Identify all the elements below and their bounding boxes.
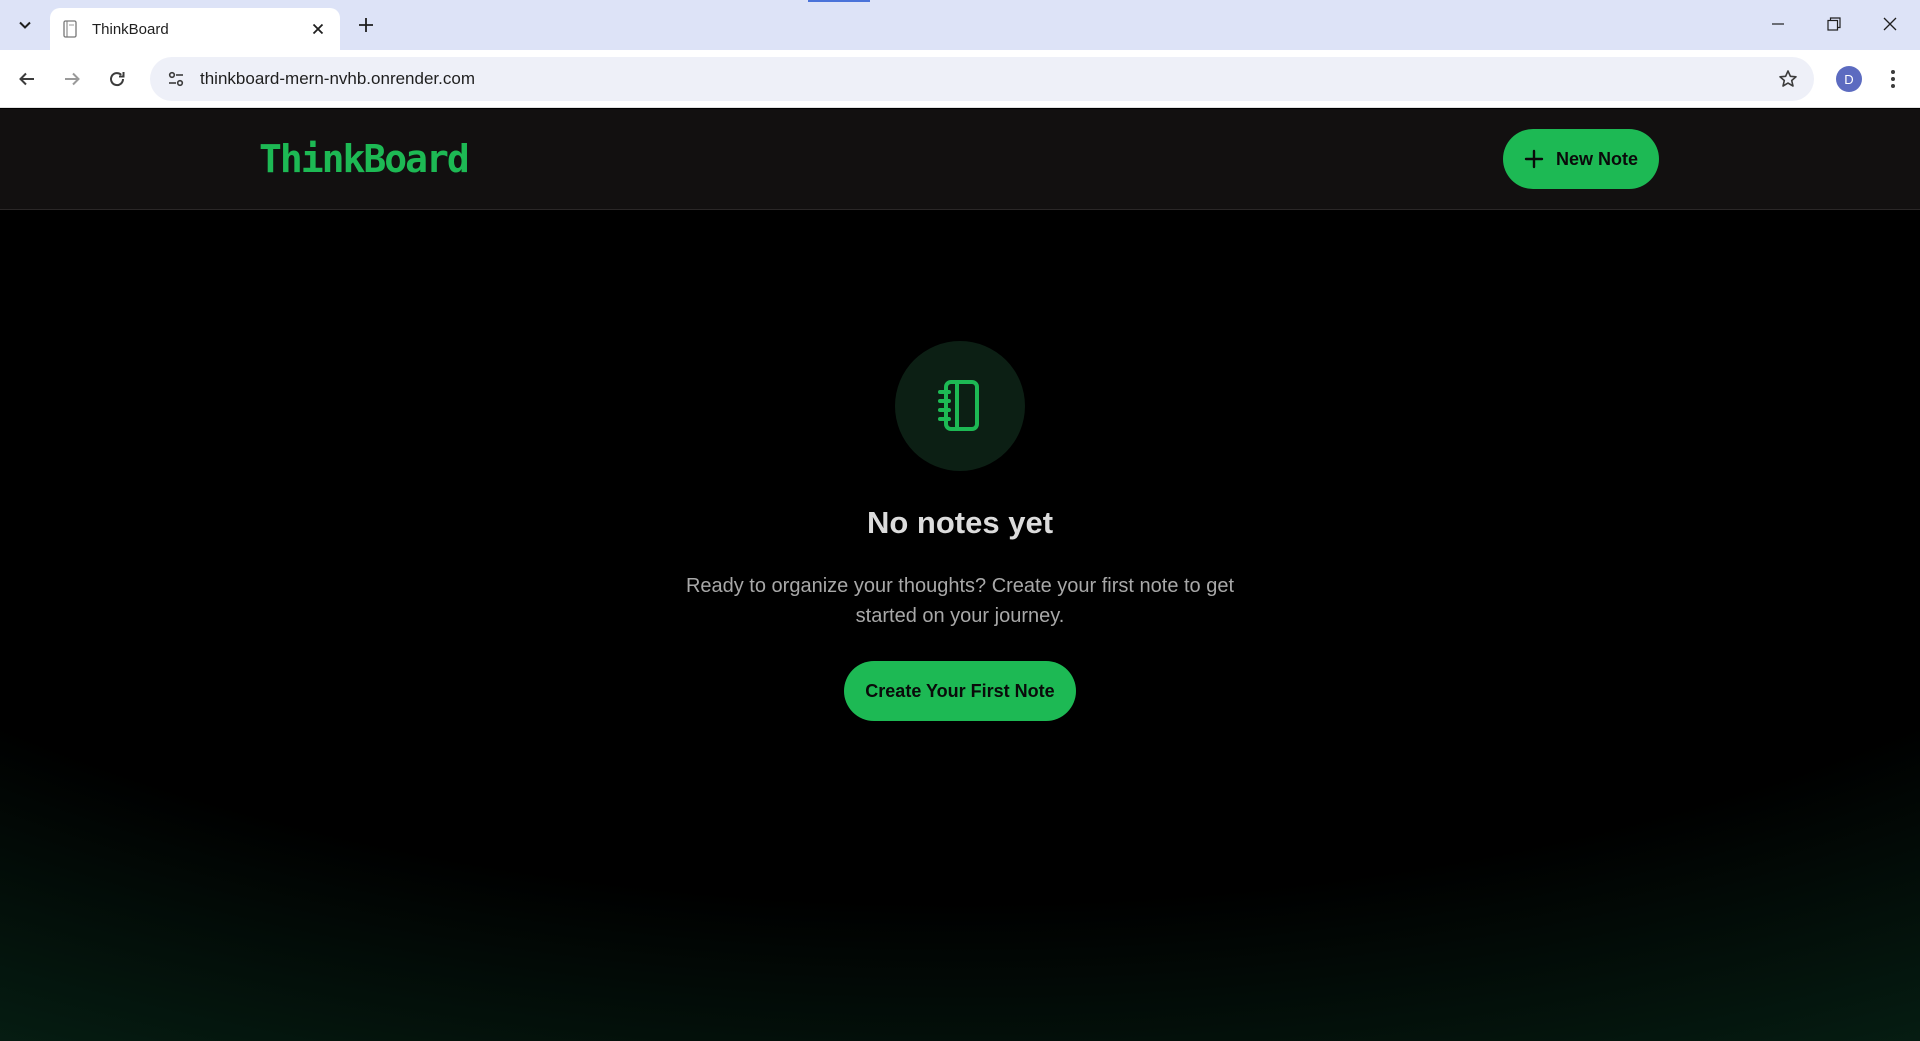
address-bar[interactable]: thinkboard-mern-nvhb.onrender.com bbox=[150, 57, 1814, 101]
page-content: ThinkBoard New Note No notes yet Ready t… bbox=[0, 109, 1920, 1041]
browser-tabstrip: ThinkBoard bbox=[0, 0, 1920, 50]
empty-state-description: Ready to organize your thoughts? Create … bbox=[685, 575, 1235, 627]
minimize-icon bbox=[1772, 23, 1784, 25]
browser-toolbar: thinkboard-mern-nvhb.onrender.com D bbox=[0, 50, 1920, 108]
close-icon[interactable] bbox=[308, 19, 328, 39]
arrow-left-icon bbox=[19, 72, 34, 86]
new-tab-button[interactable] bbox=[352, 11, 380, 39]
window-close-button[interactable] bbox=[1862, 0, 1918, 48]
app-header: ThinkBoard New Note bbox=[0, 109, 1920, 210]
notebook-icon bbox=[938, 380, 979, 431]
plus-icon bbox=[359, 18, 373, 32]
close-icon bbox=[1883, 17, 1897, 31]
empty-state-icon-circle bbox=[895, 341, 1025, 471]
minimize-button[interactable] bbox=[1750, 0, 1806, 48]
new-note-label: New Note bbox=[1555, 148, 1638, 169]
notebook-icon bbox=[62, 20, 80, 38]
tab-loading-indicator bbox=[808, 0, 870, 2]
back-button[interactable] bbox=[10, 62, 44, 96]
reload-icon bbox=[110, 72, 125, 87]
tab-search-button[interactable] bbox=[8, 9, 42, 41]
reload-button[interactable] bbox=[100, 62, 134, 96]
new-note-button[interactable]: New Note bbox=[1503, 129, 1659, 189]
tune-icon[interactable] bbox=[162, 65, 190, 93]
empty-state: No notes yet Ready to organize your thou… bbox=[560, 341, 1360, 721]
create-first-note-button[interactable]: Create Your First Note bbox=[844, 661, 1076, 721]
arrow-right-icon bbox=[65, 72, 80, 86]
restore-icon bbox=[1827, 17, 1841, 31]
browser-menu-button[interactable] bbox=[1876, 62, 1910, 96]
url-text[interactable]: thinkboard-mern-nvhb.onrender.com bbox=[200, 69, 1768, 89]
plus-icon bbox=[1524, 149, 1544, 169]
browser-tab[interactable]: ThinkBoard bbox=[50, 8, 340, 50]
tab-title: ThinkBoard bbox=[92, 20, 169, 38]
empty-state-title: No notes yet bbox=[866, 505, 1054, 540]
restore-button[interactable] bbox=[1806, 0, 1862, 48]
more-vertical-icon bbox=[1891, 70, 1895, 88]
brand-logo[interactable]: ThinkBoard bbox=[259, 137, 470, 181]
chevron-down-icon bbox=[19, 21, 31, 29]
star-icon[interactable] bbox=[1768, 59, 1808, 99]
forward-button[interactable] bbox=[55, 62, 89, 96]
profile-avatar[interactable]: D bbox=[1836, 66, 1862, 92]
